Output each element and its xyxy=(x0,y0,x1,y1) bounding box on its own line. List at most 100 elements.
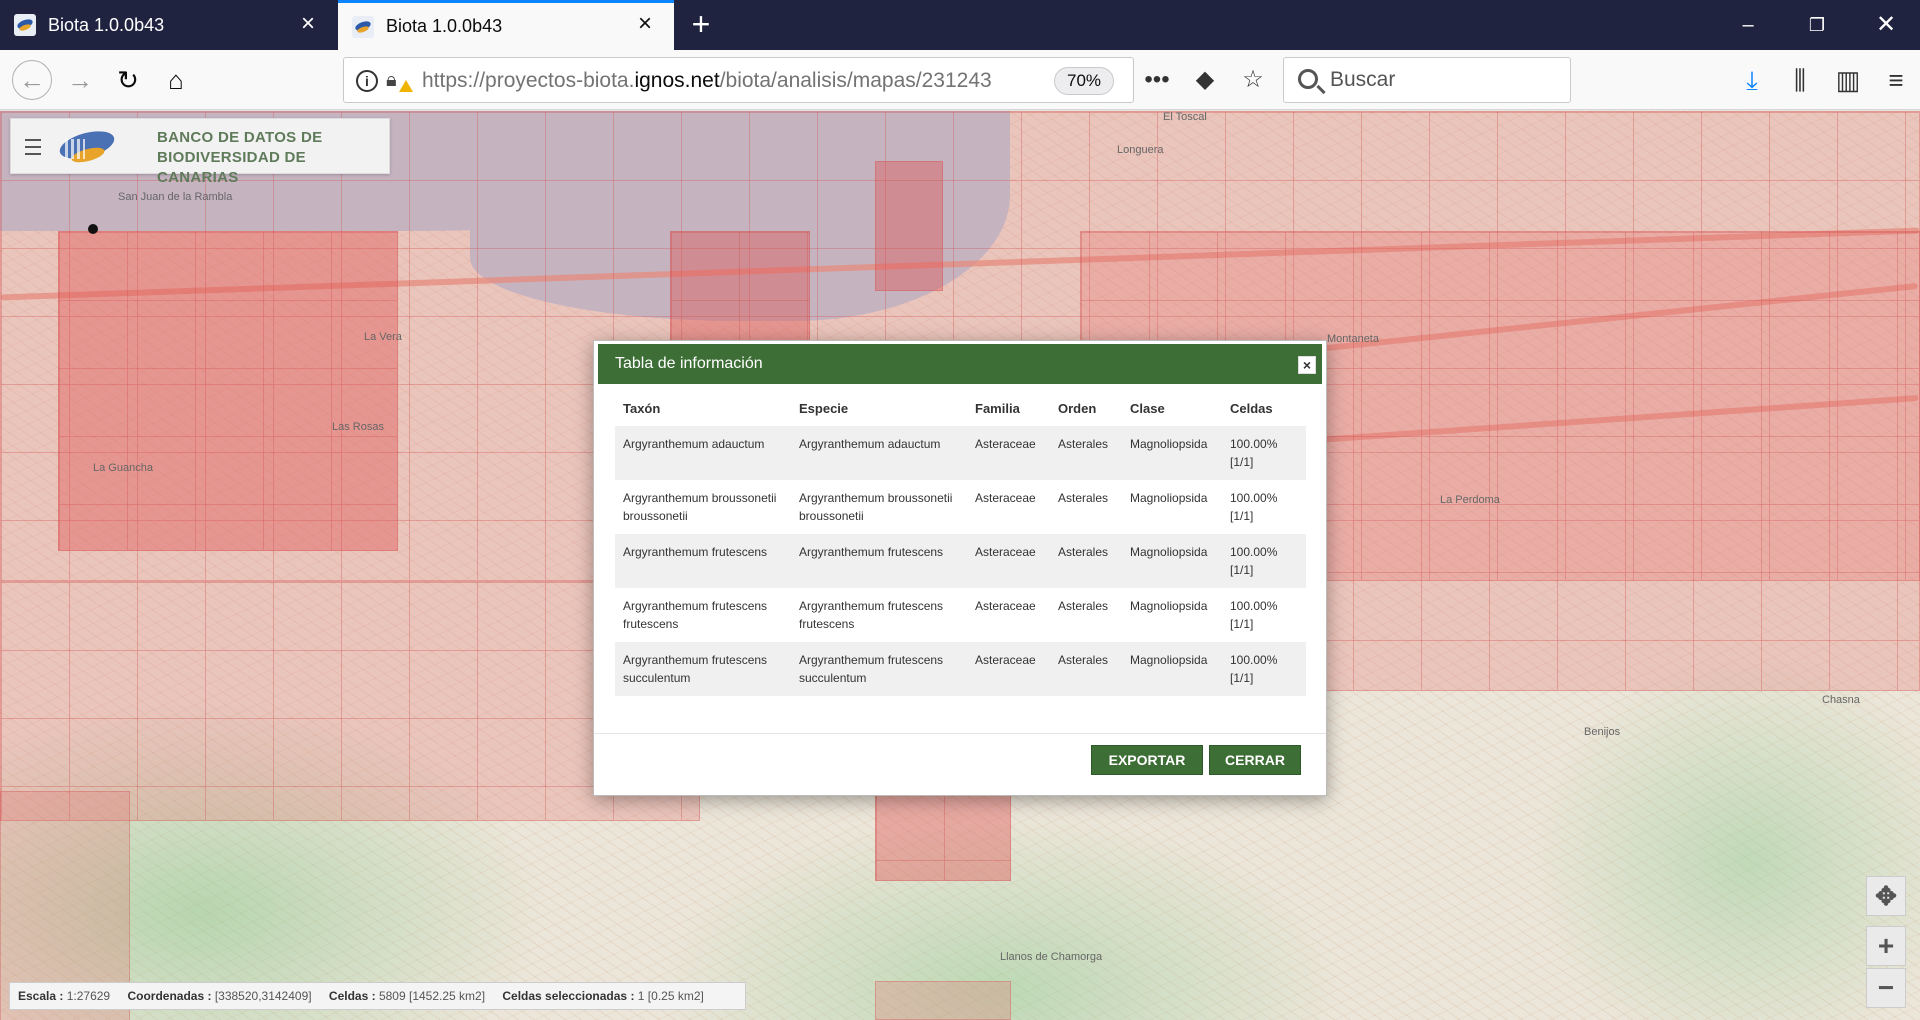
export-button[interactable]: EXPORTAR xyxy=(1091,745,1203,775)
class-cell: Magnoliopsida xyxy=(1130,491,1208,505)
selected-cells-label: Celdas seleccionadas : xyxy=(502,989,635,1003)
pocket-icon[interactable]: ◆ xyxy=(1188,62,1222,98)
cells-cell: 100.00% [1/1] xyxy=(1230,599,1278,631)
window-close-icon[interactable]: ✕ xyxy=(1871,10,1901,40)
species-cell: Argyranthemum frutescens frutescens xyxy=(799,599,944,631)
cells-label: Celdas : xyxy=(328,989,376,1003)
selected-cells-value: 1 [0.25 km2] xyxy=(637,989,704,1003)
grid-overlay-selected xyxy=(875,791,1011,881)
close-tab-icon[interactable]: × xyxy=(297,12,319,36)
class-cell: Magnoliopsida xyxy=(1122,426,1222,480)
restore-icon[interactable]: ❐ xyxy=(1802,10,1832,40)
species-cell: Argyranthemum broussonetii broussonetii xyxy=(799,491,953,523)
place-label: La Vera xyxy=(364,331,402,343)
column-header[interactable]: Familia xyxy=(967,390,1050,426)
column-header[interactable]: Celdas xyxy=(1222,390,1306,426)
zoom-in-icon[interactable]: + xyxy=(1866,926,1906,966)
url-bar[interactable]: i 🔒︎ https://proyectos-biota.ignos.net/b… xyxy=(343,57,1134,103)
scale-label: Escala : xyxy=(18,989,64,1003)
biota-favicon-icon xyxy=(14,14,36,36)
family-cell: Asteraceae xyxy=(967,534,1050,588)
place-label: Montaneta xyxy=(1327,333,1379,345)
taxon-cell: Argyranthemum frutescens succulentum xyxy=(615,642,791,696)
family-cell: Asteraceae xyxy=(967,426,1050,480)
back-arrow-icon[interactable]: ← xyxy=(12,60,52,100)
download-icon[interactable]: ⤓ xyxy=(1728,62,1776,98)
observation-point[interactable] xyxy=(88,224,98,234)
search-icon xyxy=(1298,69,1318,89)
taxon-cell: Argyranthemum frutescens xyxy=(615,534,791,588)
menu-icon[interactable] xyxy=(25,134,41,160)
more-actions-icon[interactable]: ••• xyxy=(1140,62,1174,98)
family-cell: Asteraceae xyxy=(975,491,1036,505)
sidebar-icon[interactable]: ▥ xyxy=(1824,62,1872,98)
place-label: San Juan de la Rambla xyxy=(118,191,233,203)
browser-toolbar-right: ⤓ ⫼ ▥ ≡ xyxy=(1728,62,1920,98)
info-table: Taxón Especie Familia Orden Clase Celdas… xyxy=(615,390,1306,696)
column-header[interactable]: Taxón xyxy=(615,390,791,426)
family-cell: Asteraceae xyxy=(967,642,1050,696)
coordinates-value: [338520,3142409] xyxy=(214,989,312,1003)
biota-logo-icon xyxy=(56,126,119,166)
close-button[interactable]: CERRAR xyxy=(1209,745,1301,775)
cells-value: 5809 [1452.25 km2] xyxy=(378,989,486,1003)
search-bar[interactable] xyxy=(1283,57,1571,103)
species-cell: Argyranthemum adauctum xyxy=(791,426,967,480)
grid-overlay-selected xyxy=(58,231,398,551)
cells-cell: 100.00% [1/1] xyxy=(1230,491,1278,523)
class-cell: Magnoliopsida xyxy=(1122,534,1222,588)
table-row[interactable]: Argyranthemum frutescens Argyranthemum f… xyxy=(615,534,1306,588)
biota-favicon-icon xyxy=(352,15,374,38)
zoom-out-icon[interactable]: − xyxy=(1866,968,1906,1008)
dialog-footer-divider xyxy=(594,733,1326,734)
zoom-level-badge[interactable]: 70% xyxy=(1054,67,1115,95)
url-actions: ••• ◆ ☆ xyxy=(1140,62,1270,98)
reload-icon[interactable]: ↻ xyxy=(110,62,146,98)
scale-value: 1:27629 xyxy=(66,989,111,1003)
tab-title: Biota 1.0.0b43 xyxy=(48,14,165,35)
column-header[interactable]: Orden xyxy=(1050,390,1122,426)
bookmark-star-icon[interactable]: ☆ xyxy=(1236,62,1270,98)
table-row[interactable]: Argyranthemum adauctum Argyranthemum ada… xyxy=(615,426,1306,480)
grid-overlay-selected xyxy=(875,161,943,291)
pan-icon[interactable]: ✥ xyxy=(1866,876,1906,916)
dialog-header: Tabla de información × xyxy=(598,344,1322,384)
browser-tab-1[interactable]: Biota 1.0.0b43 × xyxy=(0,0,337,50)
minimize-icon[interactable]: – xyxy=(1733,10,1763,40)
place-label: La Guancha xyxy=(93,462,153,474)
place-label: Las Rosas xyxy=(332,421,384,433)
forward-arrow-icon[interactable]: → xyxy=(62,62,98,98)
library-icon[interactable]: ⫼ xyxy=(1776,62,1824,98)
place-label: Chasna xyxy=(1822,694,1860,706)
info-icon[interactable]: i xyxy=(356,70,378,92)
cells-cell: 100.00% [1/1] xyxy=(1222,642,1306,696)
order-cell: Asterales xyxy=(1050,426,1122,480)
place-label: La Perdoma xyxy=(1440,494,1500,506)
search-input[interactable] xyxy=(1330,66,1560,94)
close-icon[interactable]: × xyxy=(1298,356,1316,374)
table-row[interactable]: Argyranthemum frutescens succulentum Arg… xyxy=(615,642,1306,696)
order-cell: Asterales xyxy=(1050,534,1122,588)
tab-title: Biota 1.0.0b43 xyxy=(386,16,503,36)
class-cell: Magnoliopsida xyxy=(1130,599,1208,613)
species-cell: Argyranthemum frutescens xyxy=(791,534,967,588)
close-tab-icon[interactable]: × xyxy=(634,12,656,36)
browser-nav-bar: ← → ↻ ⌂ i 🔒︎ https://proyectos-biota.ign… xyxy=(0,50,1920,110)
taxon-cell: Argyranthemum broussonetii broussonetii xyxy=(623,491,777,523)
place-label: Llanos de Chamorga xyxy=(1000,951,1103,963)
browser-tab-bar: Biota 1.0.0b43 × Biota 1.0.0b43 × + – ❐ … xyxy=(0,0,1920,50)
hamburger-menu-icon[interactable]: ≡ xyxy=(1872,62,1920,98)
home-icon[interactable]: ⌂ xyxy=(158,62,194,98)
column-header[interactable]: Especie xyxy=(791,390,967,426)
taxon-cell: Argyranthemum frutescens frutescens xyxy=(623,599,768,631)
new-tab-icon[interactable]: + xyxy=(686,8,716,40)
app-header-panel: BANCO DE DATOS DE BIODIVERSIDAD DE CANAR… xyxy=(10,118,390,186)
app-logo-text: BANCO DE DATOS DE BIODIVERSIDAD DE CANAR… xyxy=(157,129,323,186)
coordinates-label: Coordenadas : xyxy=(127,989,212,1003)
url-text[interactable]: https://proyectos-biota.ignos.net/biota/… xyxy=(422,69,1012,93)
table-row[interactable]: Argyranthemum frutescens frutescens Argy… xyxy=(615,588,1306,642)
browser-tab-2[interactable]: Biota 1.0.0b43 × xyxy=(338,0,674,50)
column-header[interactable]: Clase xyxy=(1122,390,1222,426)
family-cell: Asteraceae xyxy=(975,599,1036,613)
table-row[interactable]: Argyranthemum broussonetii broussonetii … xyxy=(615,480,1306,534)
